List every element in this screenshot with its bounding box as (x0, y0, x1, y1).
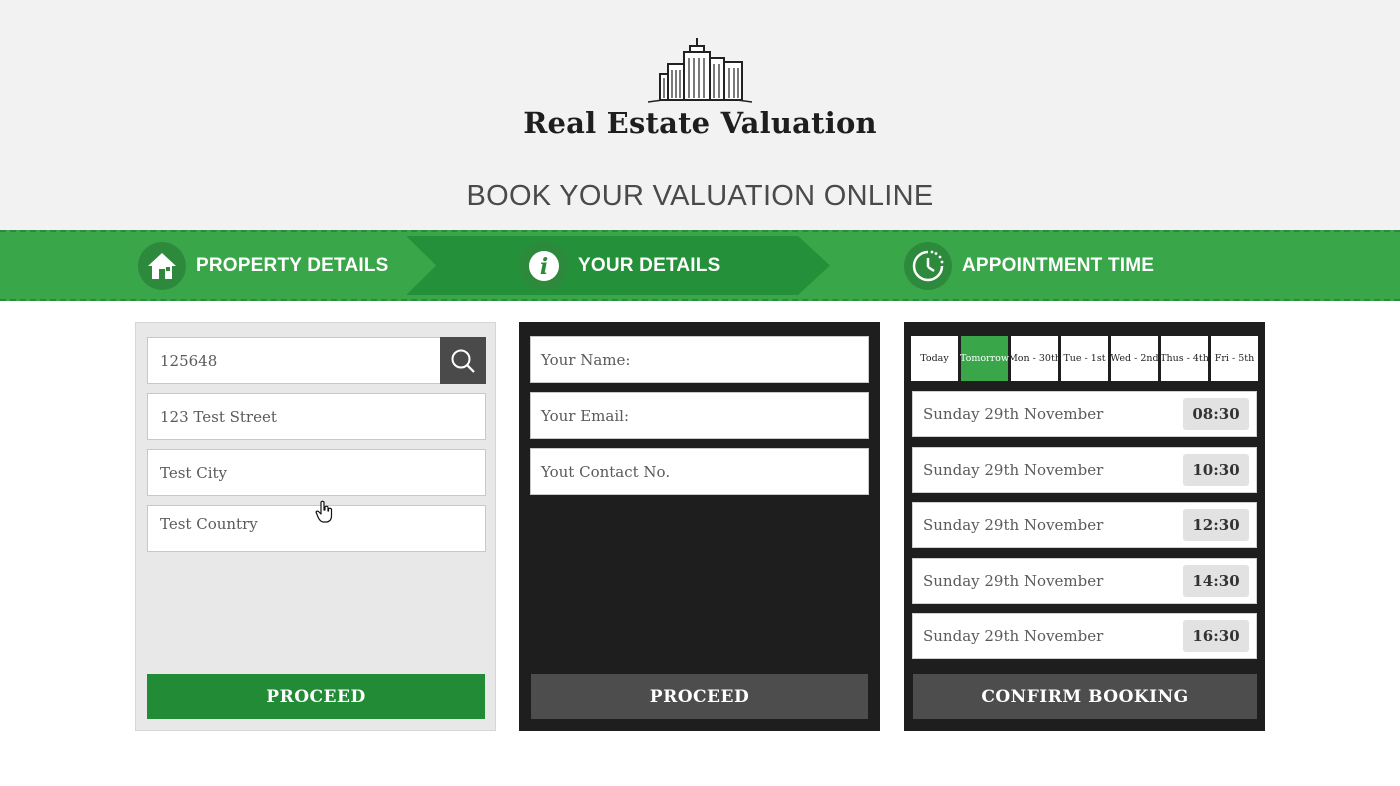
step-your-details[interactable]: i YOUR DETAILS (520, 236, 720, 295)
city-field[interactable]: Test City (147, 449, 486, 496)
step-label: PROPERTY DETAILS (196, 254, 389, 276)
postcode-field[interactable]: 125648 (147, 337, 441, 384)
day-tab-thu[interactable]: Thus - 4th (1160, 336, 1209, 381)
time-slot[interactable]: Sunday 29th November 12:30 (912, 502, 1257, 548)
contact-field[interactable]: Yout Contact No. (530, 448, 869, 495)
contact-placeholder: Yout Contact No. (541, 462, 671, 481)
street-field[interactable]: 123 Test Street (147, 393, 486, 440)
appointment-panel: Today Tomorrow Mon - 30th Tue - 1st Wed … (904, 322, 1265, 731)
country-value: Test Country (160, 515, 258, 533)
step-label: YOUR DETAILS (578, 254, 721, 276)
info-icon: i (520, 241, 568, 290)
name-field[interactable]: Your Name: (530, 336, 869, 383)
house-icon (138, 241, 186, 290)
building-icon (647, 38, 753, 103)
time-slot[interactable]: Sunday 29th November 14:30 (912, 558, 1257, 604)
email-placeholder: Your Email: (541, 406, 629, 425)
svg-text:i: i (540, 254, 548, 280)
day-tab-mon[interactable]: Mon - 30th (1008, 336, 1061, 381)
property-details-panel: 125648 123 Test Street Test City Test Co… (135, 322, 496, 731)
page-subtitle: BOOK YOUR VALUATION ONLINE (466, 180, 934, 212)
slot-date: Sunday 29th November (923, 572, 1104, 590)
time-slot[interactable]: Sunday 29th November 08:30 (912, 391, 1257, 437)
slot-time: 08:30 (1183, 398, 1249, 430)
slot-date: Sunday 29th November (923, 461, 1104, 479)
slot-date: Sunday 29th November (923, 627, 1104, 645)
slot-date: Sunday 29th November (923, 405, 1104, 423)
search-icon (451, 349, 475, 373)
city-value: Test City (160, 463, 227, 482)
steps-bar: PROPERTY DETAILS i YOUR DETAILS APPOINTM… (0, 230, 1400, 301)
confirm-booking-button[interactable]: CONFIRM BOOKING (913, 674, 1257, 719)
hand-cursor-icon (315, 500, 333, 523)
your-details-panel: Your Name: Your Email: Yout Contact No. … (519, 322, 880, 731)
time-slot[interactable]: Sunday 29th November 16:30 (912, 613, 1257, 659)
header: Real Estate Valuation BOOK YOUR VALUATIO… (0, 0, 1400, 230)
chevron-separator (404, 236, 436, 295)
slot-time: 14:30 (1183, 565, 1249, 597)
day-tab-fri[interactable]: Fri - 5th (1211, 336, 1258, 381)
step-label: APPOINTMENT TIME (962, 254, 1155, 276)
brand-title: Real Estate Valuation (523, 106, 877, 140)
day-tab-tomorrow[interactable]: Tomorrow (960, 336, 1009, 381)
day-tab-wed[interactable]: Wed - 2nd (1110, 336, 1159, 381)
slot-time: 10:30 (1183, 454, 1249, 486)
name-placeholder: Your Name: (541, 350, 631, 369)
time-slot[interactable]: Sunday 29th November 10:30 (912, 447, 1257, 493)
slot-time: 12:30 (1183, 509, 1249, 541)
search-button[interactable] (440, 337, 486, 384)
day-tab-tue[interactable]: Tue - 1st (1061, 336, 1108, 381)
step-appointment-time[interactable]: APPOINTMENT TIME (904, 236, 1154, 295)
postcode-value: 125648 (160, 351, 218, 370)
proceed-button[interactable]: PROCEED (147, 674, 485, 719)
clock-icon (904, 241, 952, 290)
street-value: 123 Test Street (160, 407, 277, 426)
slot-date: Sunday 29th November (923, 516, 1104, 534)
proceed-button[interactable]: PROCEED (531, 674, 868, 719)
email-field[interactable]: Your Email: (530, 392, 869, 439)
step-property-details[interactable]: PROPERTY DETAILS (138, 236, 389, 295)
slot-time: 16:30 (1183, 620, 1249, 652)
day-tab-today[interactable]: Today (911, 336, 958, 381)
